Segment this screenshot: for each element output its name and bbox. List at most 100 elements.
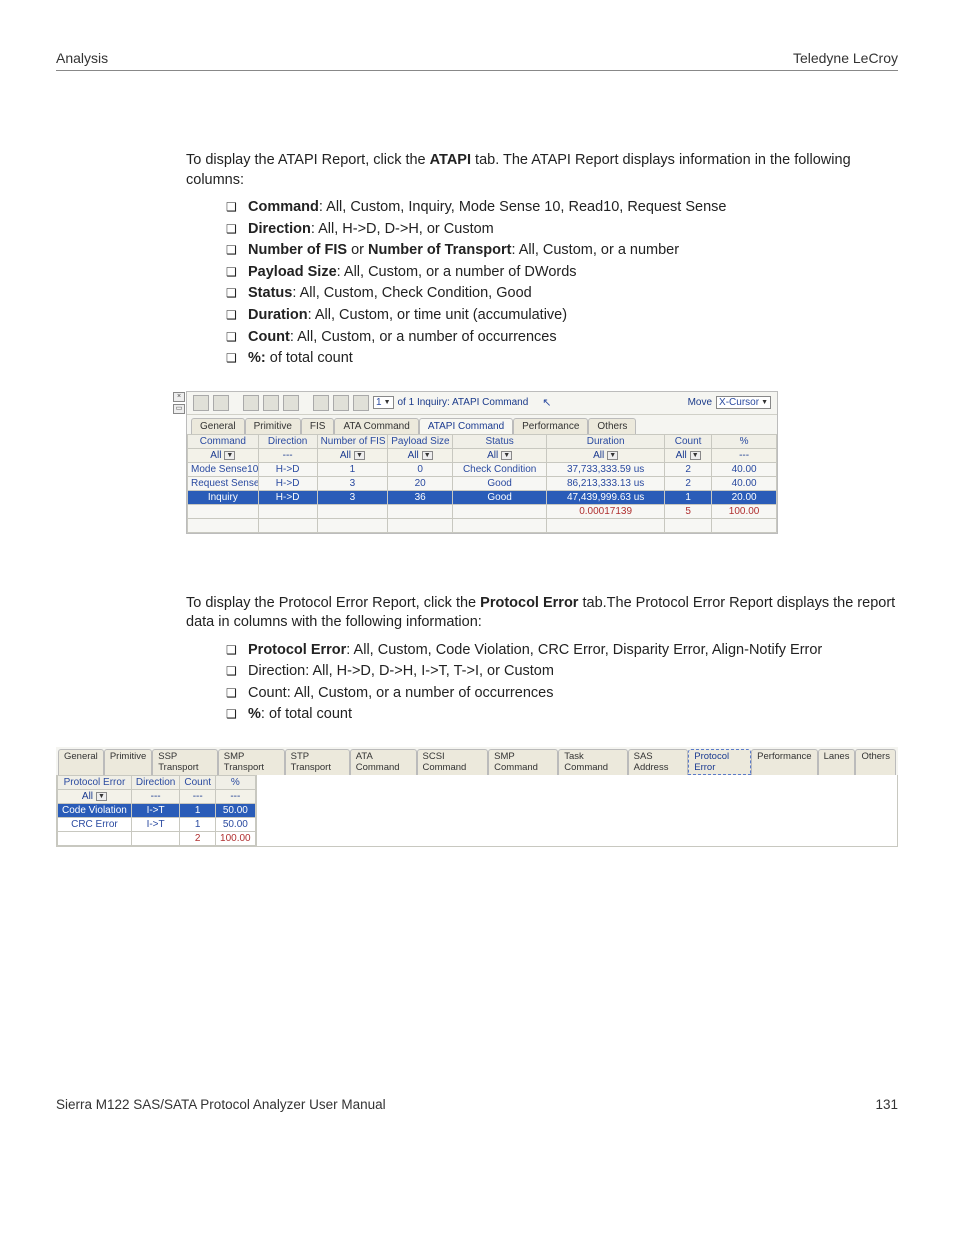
cell: 40.00 xyxy=(712,462,777,476)
col-header[interactable]: % xyxy=(216,776,256,790)
atapi-toolbar: 1 of 1 Inquiry: ATAPI Command ↖ Move X-C… xyxy=(187,392,777,415)
cell xyxy=(58,832,132,846)
cell: Check Condition xyxy=(453,462,547,476)
cell xyxy=(258,504,317,518)
tab-ssp-transport[interactable]: SSP Transport xyxy=(152,749,218,775)
tab-smp-transport[interactable]: SMP Transport xyxy=(218,749,285,775)
cell: 1 xyxy=(180,818,216,832)
col-header[interactable]: Protocol Error xyxy=(58,776,132,790)
table-row[interactable]: Code ViolationI->T150.00 xyxy=(58,804,256,818)
toolbar-icon[interactable] xyxy=(283,395,299,411)
col-header[interactable]: Count xyxy=(180,776,216,790)
cell: 86,213,333.13 us xyxy=(547,476,665,490)
table-row[interactable]: Mode Sense10H->D10Check Condition37,733,… xyxy=(188,462,777,476)
table-row[interactable]: Request SenseH->D320Good86,213,333.13 us… xyxy=(188,476,777,490)
col-header[interactable]: Duration xyxy=(547,434,665,448)
tab-others[interactable]: Others xyxy=(588,418,636,434)
cell: I->T xyxy=(131,818,179,832)
tab-general[interactable]: General xyxy=(58,749,104,775)
tab-task-command[interactable]: Task Command xyxy=(558,749,627,775)
cell xyxy=(453,504,547,518)
list-item: %: of total count xyxy=(226,705,898,725)
cell: 1 xyxy=(180,804,216,818)
col-header[interactable]: Direction xyxy=(258,434,317,448)
text: To display the ATAPI Report, click the xyxy=(186,152,430,168)
tab-primitive[interactable]: Primitive xyxy=(104,749,152,775)
cell: 100.00 xyxy=(712,504,777,518)
toolbar-icon[interactable] xyxy=(243,395,259,411)
cursor-select[interactable]: X-Cursor xyxy=(716,396,771,409)
col-header[interactable]: Payload Size xyxy=(388,434,453,448)
table-row[interactable]: InquiryH->D336Good47,439,999.63 us120.00 xyxy=(188,490,777,504)
col-header[interactable]: Status xyxy=(453,434,547,448)
cell: 0 xyxy=(388,462,453,476)
cell: 0.00017139 xyxy=(547,504,665,518)
arrow-up-icon[interactable] xyxy=(313,395,329,411)
table-row[interactable]: 2100.00 xyxy=(58,832,256,846)
table-row[interactable]: 0.000171395100.00 xyxy=(188,504,777,518)
col-header[interactable]: Command xyxy=(188,434,259,448)
tab-protocol-error[interactable]: Protocol Error xyxy=(688,749,751,775)
cell: Request Sense xyxy=(188,476,259,490)
list-item: Command: All, Custom, Inquiry, Mode Sens… xyxy=(226,198,898,218)
filter-cell[interactable]: --- xyxy=(131,790,179,804)
tab-general[interactable]: General xyxy=(191,418,245,434)
tab-others[interactable]: Others xyxy=(855,749,896,775)
toolbar-icon[interactable] xyxy=(213,395,229,411)
cell: 3 xyxy=(317,490,388,504)
filter-cell[interactable]: All▼ xyxy=(453,448,547,462)
tab-atapi-command[interactable]: ATAPI Command xyxy=(419,418,513,434)
table-row[interactable]: CRC ErrorI->T150.00 xyxy=(58,818,256,832)
filter-cell[interactable]: --- xyxy=(712,448,777,462)
filter-cell[interactable]: --- xyxy=(216,790,256,804)
list-item: %: of total count xyxy=(226,349,898,369)
tab-smp-command[interactable]: SMP Command xyxy=(488,749,558,775)
filter-cell[interactable]: All▼ xyxy=(188,448,259,462)
filter-cell[interactable]: All▼ xyxy=(317,448,388,462)
list-item: Duration: All, Custom, or time unit (acc… xyxy=(226,306,898,326)
col-header[interactable]: Direction xyxy=(131,776,179,790)
cell: Mode Sense10 xyxy=(188,462,259,476)
cell: Inquiry xyxy=(188,490,259,504)
toolbar-icon[interactable] xyxy=(263,395,279,411)
tab-performance[interactable]: Performance xyxy=(751,749,817,775)
tab-ata-command[interactable]: ATA Command xyxy=(334,418,418,434)
filter-cell[interactable]: All▼ xyxy=(665,448,712,462)
toolbar-icon[interactable] xyxy=(193,395,209,411)
cell: 1 xyxy=(665,490,712,504)
tab-fis[interactable]: FIS xyxy=(301,418,335,434)
cell: 40.00 xyxy=(712,476,777,490)
cell: 50.00 xyxy=(216,804,256,818)
nav-index[interactable]: 1 xyxy=(373,396,394,409)
page-header: Analysis Teledyne LeCroy xyxy=(56,50,898,71)
arrow-down-icon[interactable] xyxy=(333,395,349,411)
list-item: Count: All, Custom, or a number of occur… xyxy=(226,684,898,704)
tab-scsi-command[interactable]: SCSI Command xyxy=(417,749,489,775)
tab-performance[interactable]: Performance xyxy=(513,418,588,434)
col-header[interactable]: % xyxy=(712,434,777,448)
perr-screenshot: GeneralPrimitiveSSP TransportSMP Transpo… xyxy=(56,747,898,847)
filter-cell[interactable]: All▼ xyxy=(388,448,453,462)
atapi-screenshot: ×▭ 1 of 1 Inquiry: ATAPI Command ↖ Move … xyxy=(186,391,778,534)
filter-cell[interactable]: All▼ xyxy=(58,790,132,804)
col-header[interactable]: Count xyxy=(665,434,712,448)
arrow-right-icon[interactable] xyxy=(353,395,369,411)
cell: Good xyxy=(453,476,547,490)
cell: 3 xyxy=(317,476,388,490)
tab-stp-transport[interactable]: STP Transport xyxy=(285,749,350,775)
header-left: Analysis xyxy=(56,50,108,66)
tab-lanes[interactable]: Lanes xyxy=(818,749,856,775)
filter-cell[interactable]: All▼ xyxy=(547,448,665,462)
tab-ata-command[interactable]: ATA Command xyxy=(350,749,417,775)
cell: 36 xyxy=(388,490,453,504)
atapi-table: CommandDirectionNumber of FISPayload Siz… xyxy=(187,434,777,533)
col-header[interactable]: Number of FIS xyxy=(317,434,388,448)
atapi-tabs: GeneralPrimitiveFISATA CommandATAPI Comm… xyxy=(187,415,777,434)
tab-sas-address[interactable]: SAS Address xyxy=(628,749,689,775)
cell: 47,439,999.63 us xyxy=(547,490,665,504)
filter-cell[interactable]: --- xyxy=(258,448,317,462)
filter-cell[interactable]: --- xyxy=(180,790,216,804)
page-footer: Sierra M122 SAS/SATA Protocol Analyzer U… xyxy=(56,1097,898,1112)
tab-primitive[interactable]: Primitive xyxy=(245,418,301,434)
list-item: Protocol Error: All, Custom, Code Violat… xyxy=(226,641,898,661)
